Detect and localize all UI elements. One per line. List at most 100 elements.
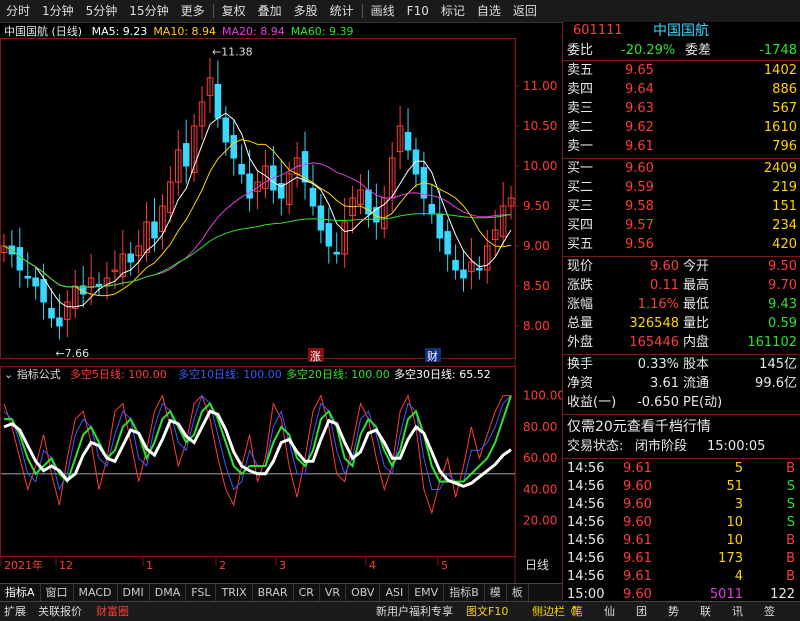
date-axis-label: 2 — [219, 559, 226, 572]
weibi-label: 委比 — [567, 43, 594, 58]
indicator-tab[interactable]: 板 — [507, 584, 529, 601]
tick-volume: 5 — [734, 461, 743, 476]
level-price: 9.61 — [625, 139, 654, 154]
toolbar-button[interactable]: 多股 — [288, 0, 324, 22]
level-label: 买二 — [567, 180, 594, 195]
weicha-label: 委差 — [685, 43, 712, 58]
toolbar-button[interactable]: 返回 — [507, 0, 543, 22]
indicator-tab[interactable]: 指标A — [0, 584, 41, 601]
level-price: 9.57 — [625, 218, 654, 233]
toolbar-button[interactable]: 画线 — [365, 0, 401, 22]
indicator-tab[interactable]: TRIX — [216, 584, 253, 601]
toolbar-button[interactable]: 分时 — [0, 0, 36, 22]
sidebar-shortcut-icon[interactable]: 势 — [668, 602, 679, 621]
stat-row: 现价 9.60 今开 9.50 — [563, 258, 800, 276]
divider — [563, 354, 800, 355]
date-axis-label: 3 — [279, 559, 286, 572]
status-link[interactable]: 侧边栏《 — [532, 602, 576, 621]
promo-row[interactable]: 仅需20元查看千档行情 — [563, 418, 800, 436]
toolbar-button[interactable]: 更多 — [175, 0, 211, 22]
toolbar-button[interactable]: 标记 — [435, 0, 471, 22]
sidebar-shortcut-icon[interactable]: 笔 — [572, 602, 583, 621]
indicator-tab[interactable]: MACD — [74, 584, 118, 601]
indicator-tab[interactable]: BRAR — [253, 584, 294, 601]
badge-up[interactable]: 涨 — [308, 348, 324, 363]
high-price-marker: ←11.38 — [212, 46, 253, 59]
toolbar-button[interactable]: 统计 — [324, 0, 360, 22]
stat-value: 161102 — [747, 335, 797, 350]
indicator-tab[interactable]: 模 — [485, 584, 507, 601]
indicator-tab[interactable]: VR — [320, 584, 347, 601]
order-book-row[interactable]: 卖一 9.61 796 — [563, 138, 800, 156]
level-label: 卖一 — [567, 139, 594, 154]
tick-price: 9.61 — [623, 533, 652, 548]
badge-finance[interactable]: 财 — [425, 348, 441, 363]
stock-code[interactable]: 601111 — [573, 22, 623, 40]
order-book-row[interactable]: 买五 9.56 420 — [563, 236, 800, 254]
ma60-line — [3, 213, 512, 289]
candle-body — [404, 131, 412, 151]
toolbar-button[interactable]: 15分钟 — [123, 0, 174, 22]
sidebar-shortcut-icon[interactable]: 讯 — [732, 602, 743, 621]
tick-row: 14:56 9.61 10 B — [563, 532, 800, 550]
level-volume: 1610 — [763, 120, 797, 135]
tick-row: 14:56 9.61 5 B — [563, 460, 800, 478]
order-book-row[interactable]: 买二 9.59 219 — [563, 179, 800, 197]
toolbar-button[interactable]: 叠加 — [252, 0, 288, 22]
order-book-row[interactable]: 卖五 9.65 1402 — [563, 62, 800, 80]
status-button[interactable]: 财富圈 — [96, 602, 129, 621]
toolbar-button[interactable]: 5分钟 — [80, 0, 124, 22]
toolbar-separator — [212, 4, 214, 18]
indicator-tab[interactable]: CR — [294, 584, 320, 601]
indicator-series-label: 多空5日线: 100.00 — [70, 367, 167, 381]
status-button[interactable]: 关联报价 — [38, 602, 82, 621]
stock-name[interactable]: 中国国航 — [653, 22, 709, 40]
indicator-tab[interactable]: DMI — [118, 584, 150, 601]
order-book-row[interactable]: 买一 9.60 2409 — [563, 160, 800, 178]
status-link[interactable]: 新用户福利专享 — [376, 602, 453, 621]
candle-body — [452, 259, 459, 271]
indicator-tab[interactable]: FSL — [186, 584, 217, 601]
indicator-tab[interactable]: ASI — [380, 584, 410, 601]
indicator-series-label: 多空10日线: 100.00 — [178, 367, 282, 381]
level-volume: 151 — [772, 199, 797, 214]
level-label: 买五 — [567, 237, 594, 252]
order-book-row[interactable]: 卖二 9.62 1610 — [563, 119, 800, 137]
ma-label: MA20: 8.94 — [222, 25, 285, 38]
tick-row: 14:56 9.61 173 B — [563, 550, 800, 568]
sidebar-shortcut-icon[interactable]: 仙 — [604, 602, 615, 621]
indicator-tab[interactable]: 指标B — [444, 584, 485, 601]
toolbar-button[interactable]: 复权 — [216, 0, 252, 22]
sidebar-shortcut-icon[interactable]: 团 — [636, 602, 647, 621]
tick-time: 14:56 — [567, 569, 605, 584]
stat-label: 外盘 — [567, 335, 594, 350]
status-button[interactable]: 扩展 — [4, 602, 26, 621]
stat-label: 内盘 — [683, 335, 710, 350]
divider — [563, 256, 800, 257]
toolbar-button[interactable]: 1分钟 — [36, 0, 80, 22]
period-label[interactable]: 日线 — [525, 558, 549, 572]
sidebar-shortcut-icon[interactable]: 签 — [764, 602, 775, 621]
tick-time: 14:56 — [567, 461, 605, 476]
status-link[interactable]: 图文F10 — [466, 602, 508, 621]
indicator-tab[interactable]: OBV — [346, 584, 381, 601]
indicator-tab[interactable]: 窗口 — [41, 584, 74, 601]
tick-volume: 4 — [734, 569, 743, 584]
tick-volume: 10 — [726, 533, 743, 548]
promo-text[interactable]: 仅需20元查看千档行情 — [567, 418, 711, 436]
indicator-tab[interactable]: EMV — [409, 584, 445, 601]
price-axis-label: 8.00 — [523, 319, 550, 333]
toolbar-button[interactable]: 自选 — [471, 0, 507, 22]
order-book-row[interactable]: 买三 9.58 151 — [563, 198, 800, 216]
indicator-title[interactable]: ⌄ 指标公式 — [4, 367, 61, 381]
indicator-tab[interactable]: DMA — [150, 584, 187, 601]
indicator-line-3 — [4, 395, 512, 484]
order-book-row[interactable]: 卖三 9.63 567 — [563, 100, 800, 118]
toolbar-button[interactable]: F10 — [401, 0, 435, 22]
kline-chart[interactable]: 11.00 10.50 10.00 9.50 9.00 8.50 8.00 ←11.38 ←7.… — [0, 38, 562, 583]
indicator-line-4 — [3, 409, 512, 488]
order-book-row[interactable]: 买四 9.57 234 — [563, 217, 800, 235]
sidebar-shortcut-icon[interactable]: 联 — [700, 602, 711, 621]
candle-body — [246, 173, 253, 199]
order-book-row[interactable]: 卖四 9.64 886 — [563, 81, 800, 99]
